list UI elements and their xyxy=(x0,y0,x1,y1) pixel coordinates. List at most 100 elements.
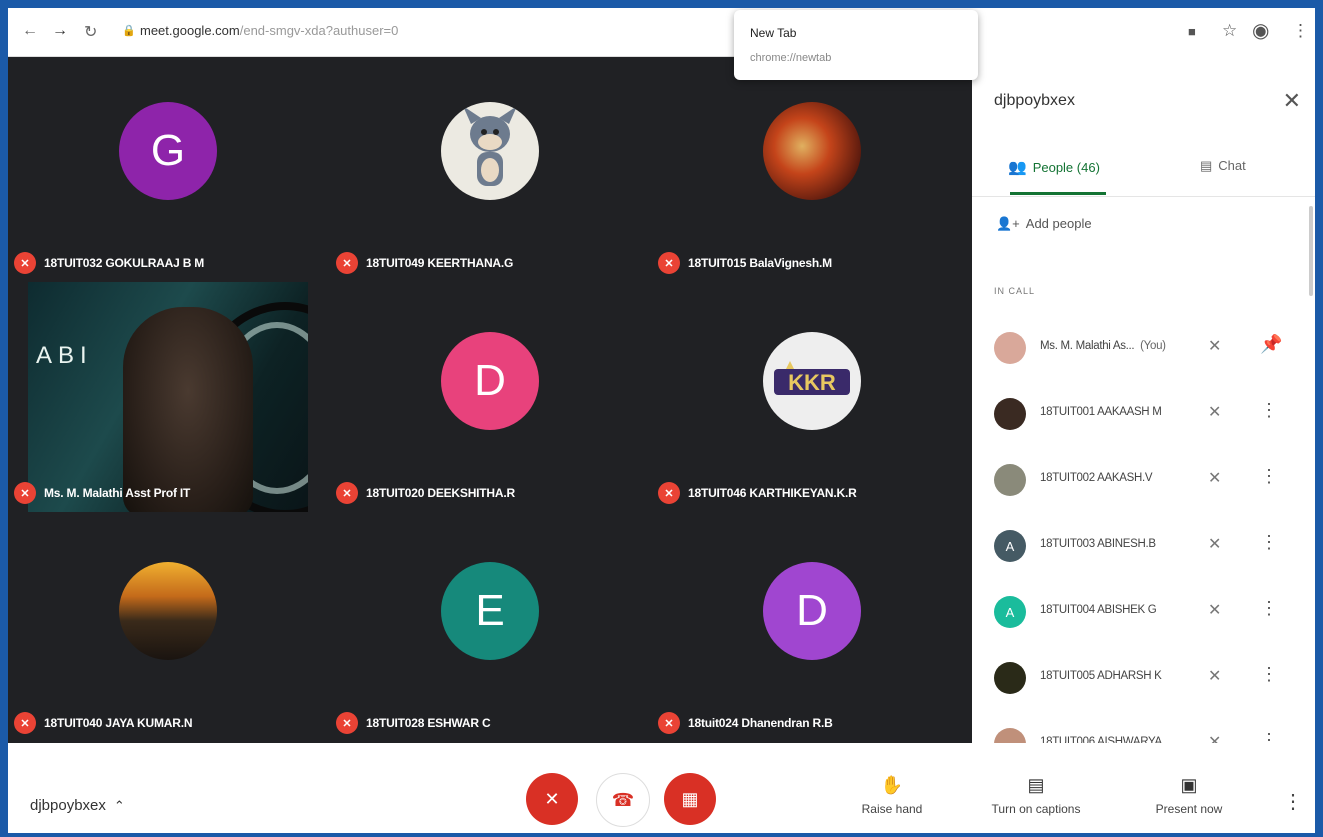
camera-toggle-button[interactable]: ▦ xyxy=(664,773,716,825)
star-icon[interactable]: ☆ xyxy=(1222,21,1237,41)
add-people-button[interactable]: 👤+ Add people xyxy=(996,216,1092,232)
mic-off-icon: ✕ xyxy=(336,712,358,734)
mic-off-icon: ✕ xyxy=(336,252,358,274)
list-item[interactable]: A 18TUIT004 ABISHEK G ✕ ⋮ xyxy=(972,586,1302,642)
camera-off-icon: ▦ xyxy=(681,788,699,809)
participant-name: 18TUIT049 KEERTHANA.G xyxy=(366,256,514,270)
panel-scrollbar[interactable] xyxy=(1309,206,1313,296)
person-name: 18TUIT005 ADHARSH K xyxy=(1040,670,1162,682)
meeting-details-button[interactable]: djbpoybxex ⌃ xyxy=(30,797,125,814)
participant-tile[interactable]: D ✕ 18tuit024 Dhanendran R.B xyxy=(652,516,972,746)
mic-off-icon: ✕ xyxy=(1208,404,1222,421)
participant-name: 18TUIT015 BalaVignesh.M xyxy=(688,256,832,270)
raise-hand-button[interactable]: ✋ Raise hand xyxy=(854,775,930,816)
people-panel: djbpoybxex ✕ 👥 People (46) ▤ Chat 👤+ Add pe… xyxy=(972,56,1315,751)
list-item[interactable]: 18TUIT002 AAKASH.V ✕ ⋮ xyxy=(972,454,1302,510)
meeting-name: djbpoybxex xyxy=(30,797,106,814)
avatar xyxy=(441,102,539,200)
participant-tile[interactable]: ✕ 18TUIT040 JAYA KUMAR.N xyxy=(8,516,328,746)
more-options-icon[interactable]: ⋮ xyxy=(1283,789,1303,814)
present-label: Present now xyxy=(1155,802,1223,816)
tab-people[interactable]: 👥 People (46) xyxy=(1008,158,1100,176)
participant-tile[interactable]: E ✕ 18TUIT028 ESHWAR C xyxy=(330,516,650,746)
url-path: /end-smgv-xda?authuser=0 xyxy=(239,23,399,38)
list-item[interactable]: 18TUIT001 AAKAASH M ✕ ⋮ xyxy=(972,388,1302,444)
participant-name: 18TUIT028 ESHWAR C xyxy=(366,716,491,730)
captions-icon: ▤ xyxy=(1027,775,1045,795)
hand-icon: ✋ xyxy=(880,775,904,795)
meeting-controls-bar: djbpoybxex ⌃ ✕ ☎ ▦ ✋ Raise hand ▤ Turn on c… xyxy=(8,743,1315,833)
popup-title: New Tab xyxy=(750,26,797,40)
mic-off-icon: ✕ xyxy=(544,788,560,809)
participant-name: 18TUIT046 KARTHIKEYAN.K.R xyxy=(688,486,857,500)
tab-chat[interactable]: ▤ Chat xyxy=(1200,158,1246,174)
in-call-heading: IN CALL xyxy=(994,286,1036,296)
list-item[interactable]: 18TUIT005 ADHARSH K ✕ ⋮ xyxy=(972,652,1302,708)
more-options-icon[interactable]: ⋮ xyxy=(1260,532,1278,553)
mic-off-icon: ✕ xyxy=(1208,668,1222,685)
address-bar[interactable]: meet.google.com/end-smgv-xda?authuser=0 xyxy=(140,23,398,38)
participant-name: 18TUIT032 GOKULRAAJ B M xyxy=(44,256,205,270)
leave-call-button[interactable]: ☎ xyxy=(596,773,650,827)
participant-name: Ms. M. Malathi Asst Prof IT xyxy=(44,486,191,500)
forward-icon[interactable]: → xyxy=(52,22,68,40)
profile-icon[interactable]: ◉ xyxy=(1252,18,1269,43)
camera-icon[interactable]: ■ xyxy=(1188,24,1196,39)
avatar: KKR xyxy=(763,332,861,430)
mic-off-icon: ✕ xyxy=(14,252,36,274)
avatar: D xyxy=(763,562,861,660)
lock-icon: 🔒 xyxy=(122,25,136,37)
participant-tile[interactable]: KKR ✕ 18TUIT046 KARTHIKEYAN.K.R xyxy=(652,286,972,516)
reload-icon[interactable]: ↻ xyxy=(84,22,97,42)
avatar xyxy=(994,464,1026,496)
participant-tile[interactable]: ✕ 18TUIT049 KEERTHANA.G xyxy=(330,56,650,286)
present-now-button[interactable]: ▣ Present now xyxy=(1142,775,1236,816)
close-icon[interactable]: ✕ xyxy=(1283,88,1301,114)
avatar: G xyxy=(119,102,217,200)
more-options-icon[interactable]: ⋮ xyxy=(1260,400,1278,421)
pin-icon[interactable]: 📌 xyxy=(1260,334,1282,355)
more-options-icon[interactable]: ⋮ xyxy=(1260,664,1278,685)
avatar xyxy=(994,332,1026,364)
captions-button[interactable]: ▤ Turn on captions xyxy=(980,775,1092,816)
mic-off-icon: ✕ xyxy=(1208,338,1222,355)
cartoon-cat-image xyxy=(463,106,517,186)
tab-active-indicator xyxy=(1010,192,1106,195)
captions-label: Turn on captions xyxy=(991,802,1081,816)
participant-tile[interactable]: G ✕ 18TUIT032 GOKULRAAJ B M xyxy=(8,56,328,286)
avatar: A xyxy=(994,596,1026,628)
raise-hand-label: Raise hand xyxy=(861,802,923,816)
present-icon: ▣ xyxy=(1180,775,1198,795)
chevron-up-icon: ⌃ xyxy=(113,798,125,813)
avatar xyxy=(119,562,217,660)
person-name: Ms. M. Malathi As... xyxy=(1040,340,1135,352)
mic-off-icon: ✕ xyxy=(658,482,680,504)
list-item[interactable]: Ms. M. Malathi As... (You) ✕ 📌 xyxy=(972,322,1302,378)
mic-off-icon: ✕ xyxy=(1208,536,1222,553)
tab-people-label: People (46) xyxy=(1032,160,1100,175)
svg-text:KKR: KKR xyxy=(788,370,836,395)
participant-tile[interactable]: D ✕ 18TUIT020 DEEKSHITHA.R xyxy=(330,286,650,516)
panel-tabs: 👥 People (46) ▤ Chat xyxy=(972,144,1315,197)
more-options-icon[interactable]: ⋮ xyxy=(1260,598,1278,619)
hang-up-icon: ☎ xyxy=(611,789,635,810)
browser-toolbar: ← → ↻ 🔒 meet.google.com/end-smgv-xda?aut… xyxy=(8,8,1315,57)
participant-tile[interactable]: ✕ Ms. M. Malathi Asst Prof IT xyxy=(8,286,328,516)
participant-tile[interactable]: ✕ 18TUIT015 BalaVignesh.M xyxy=(652,56,972,286)
back-icon[interactable]: ← xyxy=(22,22,38,40)
avatar xyxy=(763,102,861,200)
popup-url: chrome://newtab xyxy=(750,52,832,64)
menu-icon[interactable]: ⋮ xyxy=(1292,21,1309,41)
meet-window: ← → ↻ 🔒 meet.google.com/end-smgv-xda?aut… xyxy=(8,8,1315,833)
chat-icon: ▤ xyxy=(1200,158,1213,173)
person-name: 18TUIT002 AAKASH.V xyxy=(1040,472,1153,484)
mic-toggle-button[interactable]: ✕ xyxy=(526,773,578,825)
people-icon: 👥 xyxy=(1008,159,1027,176)
avatar: E xyxy=(441,562,539,660)
avatar: A xyxy=(994,530,1026,562)
mic-off-icon: ✕ xyxy=(1208,602,1222,619)
list-item[interactable]: A 18TUIT003 ABINESH.B ✕ ⋮ xyxy=(972,520,1302,576)
more-options-icon[interactable]: ⋮ xyxy=(1260,466,1278,487)
mic-off-icon: ✕ xyxy=(658,712,680,734)
new-tab-popup[interactable]: New Tab chrome://newtab xyxy=(734,10,978,80)
